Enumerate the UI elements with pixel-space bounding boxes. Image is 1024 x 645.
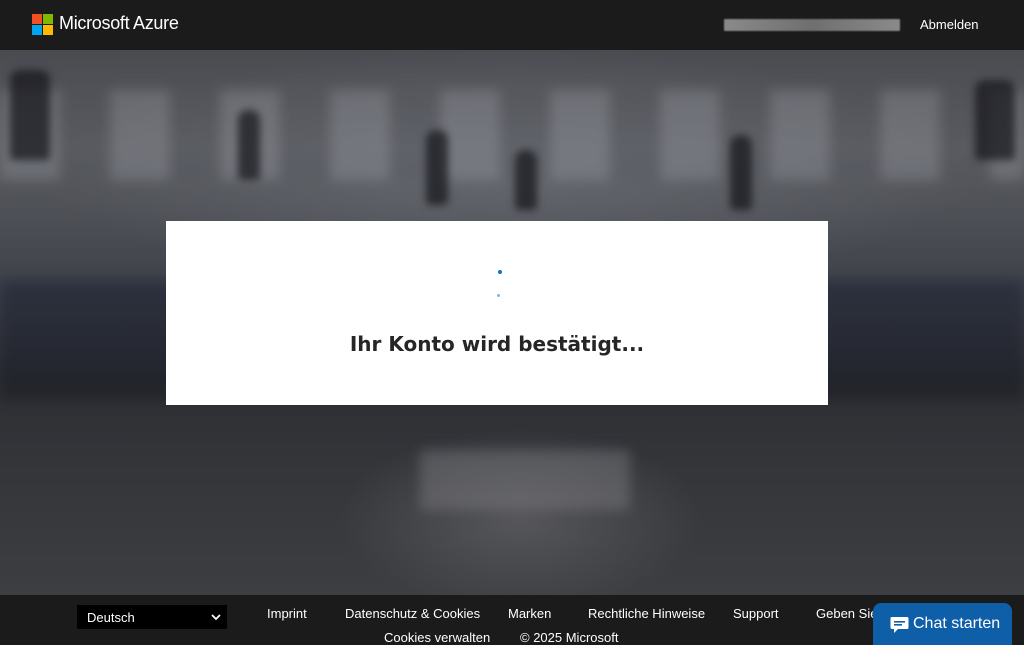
chat-bubble-icon [890,617,909,633]
status-message: Ihr Konto wird bestätigt... [349,332,645,356]
top-bar: Microsoft Azure Abmelden [0,0,1024,50]
footer: Deutsch Imprint Datenschutz & Cookies Ma… [0,595,1024,645]
account-name-redacted [724,19,900,31]
verification-card: Ihr Konto wird bestätigt... [166,221,828,405]
brand-title[interactable]: Microsoft Azure [59,13,179,34]
language-select-value: Deutsch [87,610,135,625]
footer-link-privacy[interactable]: Datenschutz & Cookies [345,606,480,621]
language-select[interactable]: Deutsch [77,605,227,629]
chevron-down-icon [211,614,221,621]
footer-copyright: © 2025 Microsoft [520,630,619,645]
signout-link[interactable]: Abmelden [920,17,979,32]
footer-link-manage-cookies[interactable]: Cookies verwalten [384,630,490,645]
footer-link-feedback[interactable]: Geben Sie [816,606,877,621]
start-chat-button[interactable]: Chat starten [873,603,1012,645]
microsoft-logo-icon[interactable] [32,14,53,35]
footer-link-imprint[interactable]: Imprint [267,606,307,621]
footer-link-legal[interactable]: Rechtliche Hinweise [588,606,705,621]
loading-spinner-dot [497,294,500,297]
loading-spinner-icon [498,270,502,274]
footer-link-trademarks[interactable]: Marken [508,606,551,621]
footer-link-support[interactable]: Support [733,606,779,621]
start-chat-label: Chat starten [913,615,1001,632]
